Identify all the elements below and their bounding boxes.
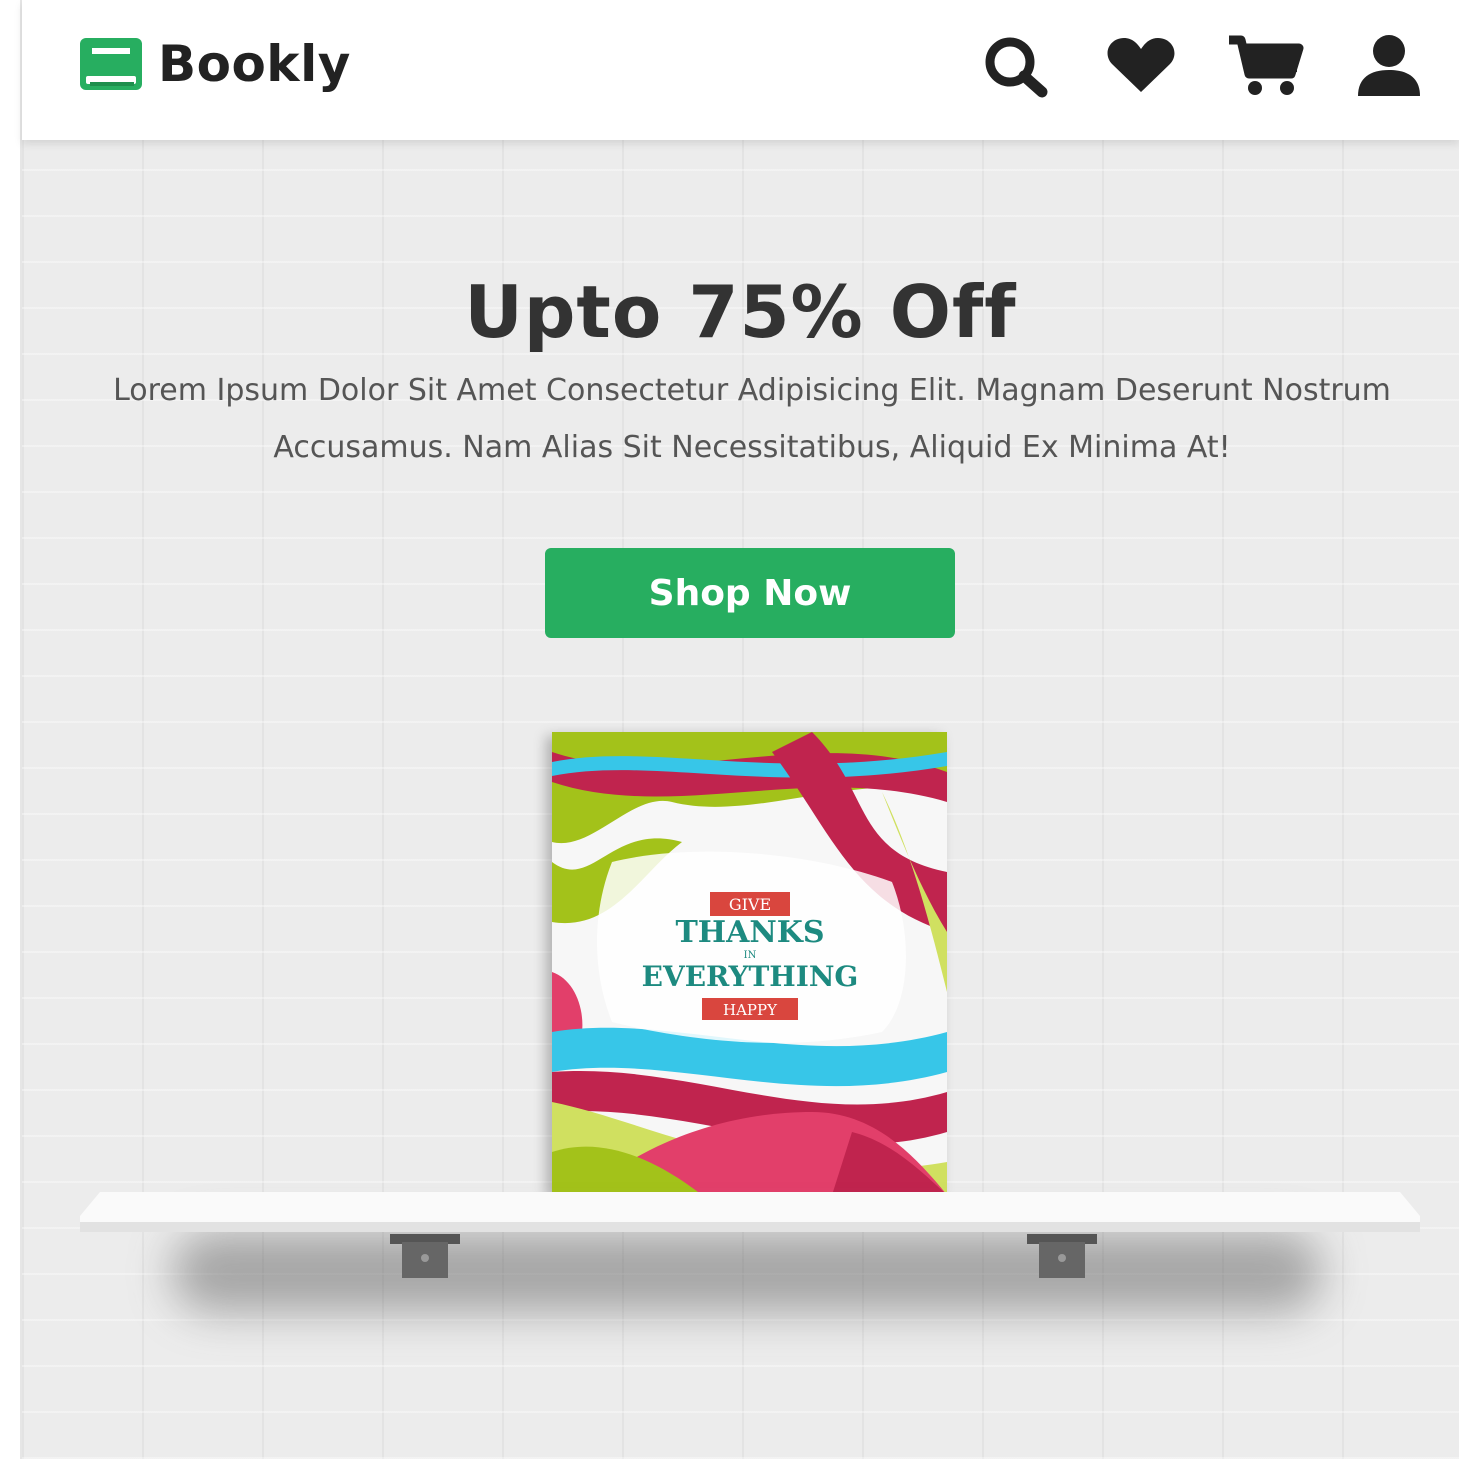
account-button[interactable] (1349, 34, 1429, 98)
search-icon (985, 37, 1048, 98)
shelf-bracket-right (1027, 1234, 1097, 1280)
featured-book[interactable]: GIVE THANKS IN EVERYTHING HAPPY (552, 732, 947, 1195)
cart-icon (1229, 35, 1304, 95)
search-button[interactable] (977, 34, 1057, 98)
hero-description: Lorem Ipsum Dolor Sit Amet Consectetur A… (113, 373, 1391, 465)
hero-banner: Upto 75% Off Lorem Ipsum Dolor Sit Amet … (22, 140, 1459, 1459)
shop-now-button[interactable]: Shop Now (545, 548, 955, 638)
header-nav (977, 34, 1429, 98)
shelf-shadow (172, 1232, 1322, 1312)
wishlist-button[interactable] (1101, 34, 1181, 98)
book-icon (80, 38, 142, 90)
cover-line-4: EVERYTHING (642, 960, 859, 993)
site-header: Bookly (22, 0, 1459, 140)
shelf-bracket-left (390, 1234, 460, 1280)
cart-button[interactable] (1225, 34, 1305, 98)
cover-line-5: HAPPY (723, 1001, 778, 1019)
cover-line-1: GIVE (729, 895, 771, 914)
heart-icon (1107, 38, 1175, 92)
brand-logo[interactable]: Bookly (78, 34, 351, 94)
shelf (80, 1192, 1420, 1234)
cover-line-2: THANKS (675, 915, 824, 950)
user-icon (1358, 35, 1420, 96)
left-edge (0, 0, 22, 1459)
brand-name: Bookly (158, 35, 351, 93)
book-cover-image: GIVE THANKS IN EVERYTHING HAPPY (552, 732, 947, 1195)
hero-title: Upto 75% Off (464, 270, 1017, 355)
